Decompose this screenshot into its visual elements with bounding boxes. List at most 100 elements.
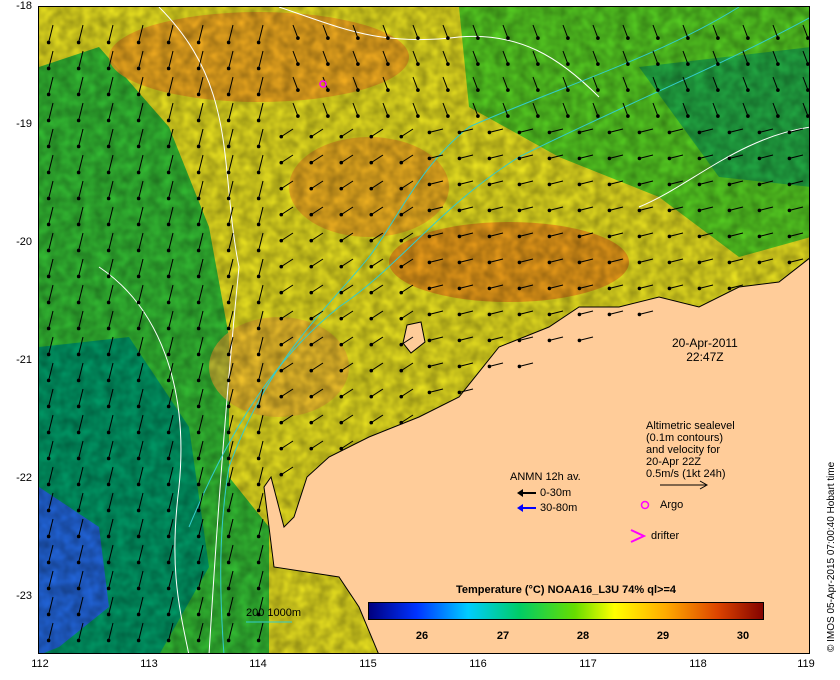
y-tick-label: -23 [16, 590, 32, 602]
anmn-shallow-label: 0-30m [540, 487, 572, 499]
velocity-arrow-head [46, 586, 51, 591]
colorbar-tick: 26 [415, 630, 429, 642]
velocity-arrow-head [637, 234, 642, 239]
velocity-arrow-head [76, 326, 81, 331]
sst-map [38, 6, 810, 654]
velocity-arrow-head [457, 234, 462, 239]
velocity-arrow-head [106, 586, 111, 591]
velocity-arrow-head [667, 156, 672, 161]
velocity-arrow-head [226, 92, 231, 97]
velocity-arrow-head [226, 378, 231, 383]
velocity-arrow-head [416, 114, 420, 118]
velocity-arrow-head [46, 118, 51, 123]
velocity-arrow-head [369, 134, 374, 139]
velocity-arrow-head [369, 238, 374, 243]
velocity-arrow-head [626, 62, 630, 66]
velocity-arrow-head [427, 338, 432, 343]
velocity-arrow-head [686, 114, 690, 118]
velocity-arrow-head [399, 134, 404, 139]
velocity-arrow-head [356, 88, 360, 92]
velocity-arrow-head [716, 114, 720, 118]
velocity-arrow-head [577, 234, 582, 239]
altimetry-line: 0.5m/s (1kt 24h) [646, 468, 726, 480]
y-tick-label: -20 [16, 236, 32, 248]
velocity-arrow-head [106, 118, 111, 123]
velocity-arrow-head [787, 156, 792, 161]
velocity-arrow-head [106, 274, 111, 279]
velocity-arrow-head [256, 196, 261, 201]
velocity-arrow-head [776, 36, 780, 40]
velocity-arrow-head [487, 260, 492, 265]
velocity-arrow-head [309, 264, 314, 269]
velocity-arrow-head [76, 508, 81, 513]
velocity-arrow-head [757, 260, 762, 265]
velocity-arrow-head [667, 260, 672, 265]
velocity-arrow-head [487, 156, 492, 161]
velocity-arrow-head [427, 364, 432, 369]
velocity-arrow-head [757, 208, 762, 213]
velocity-arrow-head [697, 182, 702, 187]
velocity-arrow-head [196, 66, 201, 71]
velocity-arrow-head [46, 638, 51, 643]
velocity-arrow-head [256, 430, 261, 435]
velocity-arrow-head [166, 144, 171, 149]
velocity-arrow-head [427, 156, 432, 161]
x-tick-label: 112 [31, 658, 49, 670]
velocity-arrow-head [256, 66, 261, 71]
velocity-arrow-head [776, 88, 780, 92]
velocity-arrow-head [309, 342, 314, 347]
velocity-arrow-head [106, 144, 111, 149]
velocity-arrow-head [46, 326, 51, 331]
velocity-arrow-head [166, 326, 171, 331]
velocity-arrow-head [166, 508, 171, 513]
velocity-arrow-head [256, 534, 261, 539]
velocity-arrow-head [446, 36, 450, 40]
velocity-arrow-head [787, 208, 792, 213]
velocity-arrow-head [427, 312, 432, 317]
velocity-arrow-head [757, 234, 762, 239]
velocity-arrow-head [76, 638, 81, 643]
velocity-arrow-head [166, 222, 171, 227]
velocity-arrow-head [279, 290, 284, 295]
velocity-arrow-head [517, 182, 522, 187]
velocity-arrow-head [136, 612, 141, 617]
velocity-arrow-head [166, 40, 171, 45]
velocity-arrow-head [279, 160, 284, 165]
velocity-arrow-head [196, 456, 201, 461]
velocity-arrow-head [339, 316, 344, 321]
velocity-arrow-head [166, 248, 171, 253]
velocity-arrow-head [136, 118, 141, 123]
velocity-arrow-head [76, 40, 81, 45]
velocity-arrow-head [136, 248, 141, 253]
velocity-arrow-head [607, 312, 612, 317]
velocity-arrow-head [256, 40, 261, 45]
velocity-arrow-head [517, 130, 522, 135]
velocity-arrow-head [506, 114, 510, 118]
anmn-legend-title: ANMN 12h av. [510, 471, 581, 483]
velocity-arrow-head [76, 430, 81, 435]
velocity-arrow-head [196, 274, 201, 279]
velocity-arrow-head [106, 482, 111, 487]
velocity-arrow-head [547, 338, 552, 343]
velocity-arrow-head [446, 114, 450, 118]
velocity-arrow-head [547, 234, 552, 239]
velocity-arrow-head [607, 286, 612, 291]
velocity-arrow-head [226, 300, 231, 305]
velocity-arrow-head [106, 638, 111, 643]
sst-map-canvas [39, 7, 809, 653]
velocity-arrow-head [106, 404, 111, 409]
velocity-arrow-head [106, 40, 111, 45]
velocity-arrow-head [637, 182, 642, 187]
velocity-arrow-head [487, 234, 492, 239]
velocity-arrow-head [136, 534, 141, 539]
velocity-arrow-head [279, 368, 284, 373]
velocity-arrow-head [46, 196, 51, 201]
velocity-arrow-head [46, 612, 51, 617]
velocity-arrow-head [196, 638, 201, 643]
velocity-arrow-head [46, 352, 51, 357]
velocity-arrow-head [196, 92, 201, 97]
velocity-arrow-head [369, 368, 374, 373]
velocity-arrow-head [166, 300, 171, 305]
velocity-arrow-head [46, 92, 51, 97]
velocity-arrow-head [76, 560, 81, 565]
